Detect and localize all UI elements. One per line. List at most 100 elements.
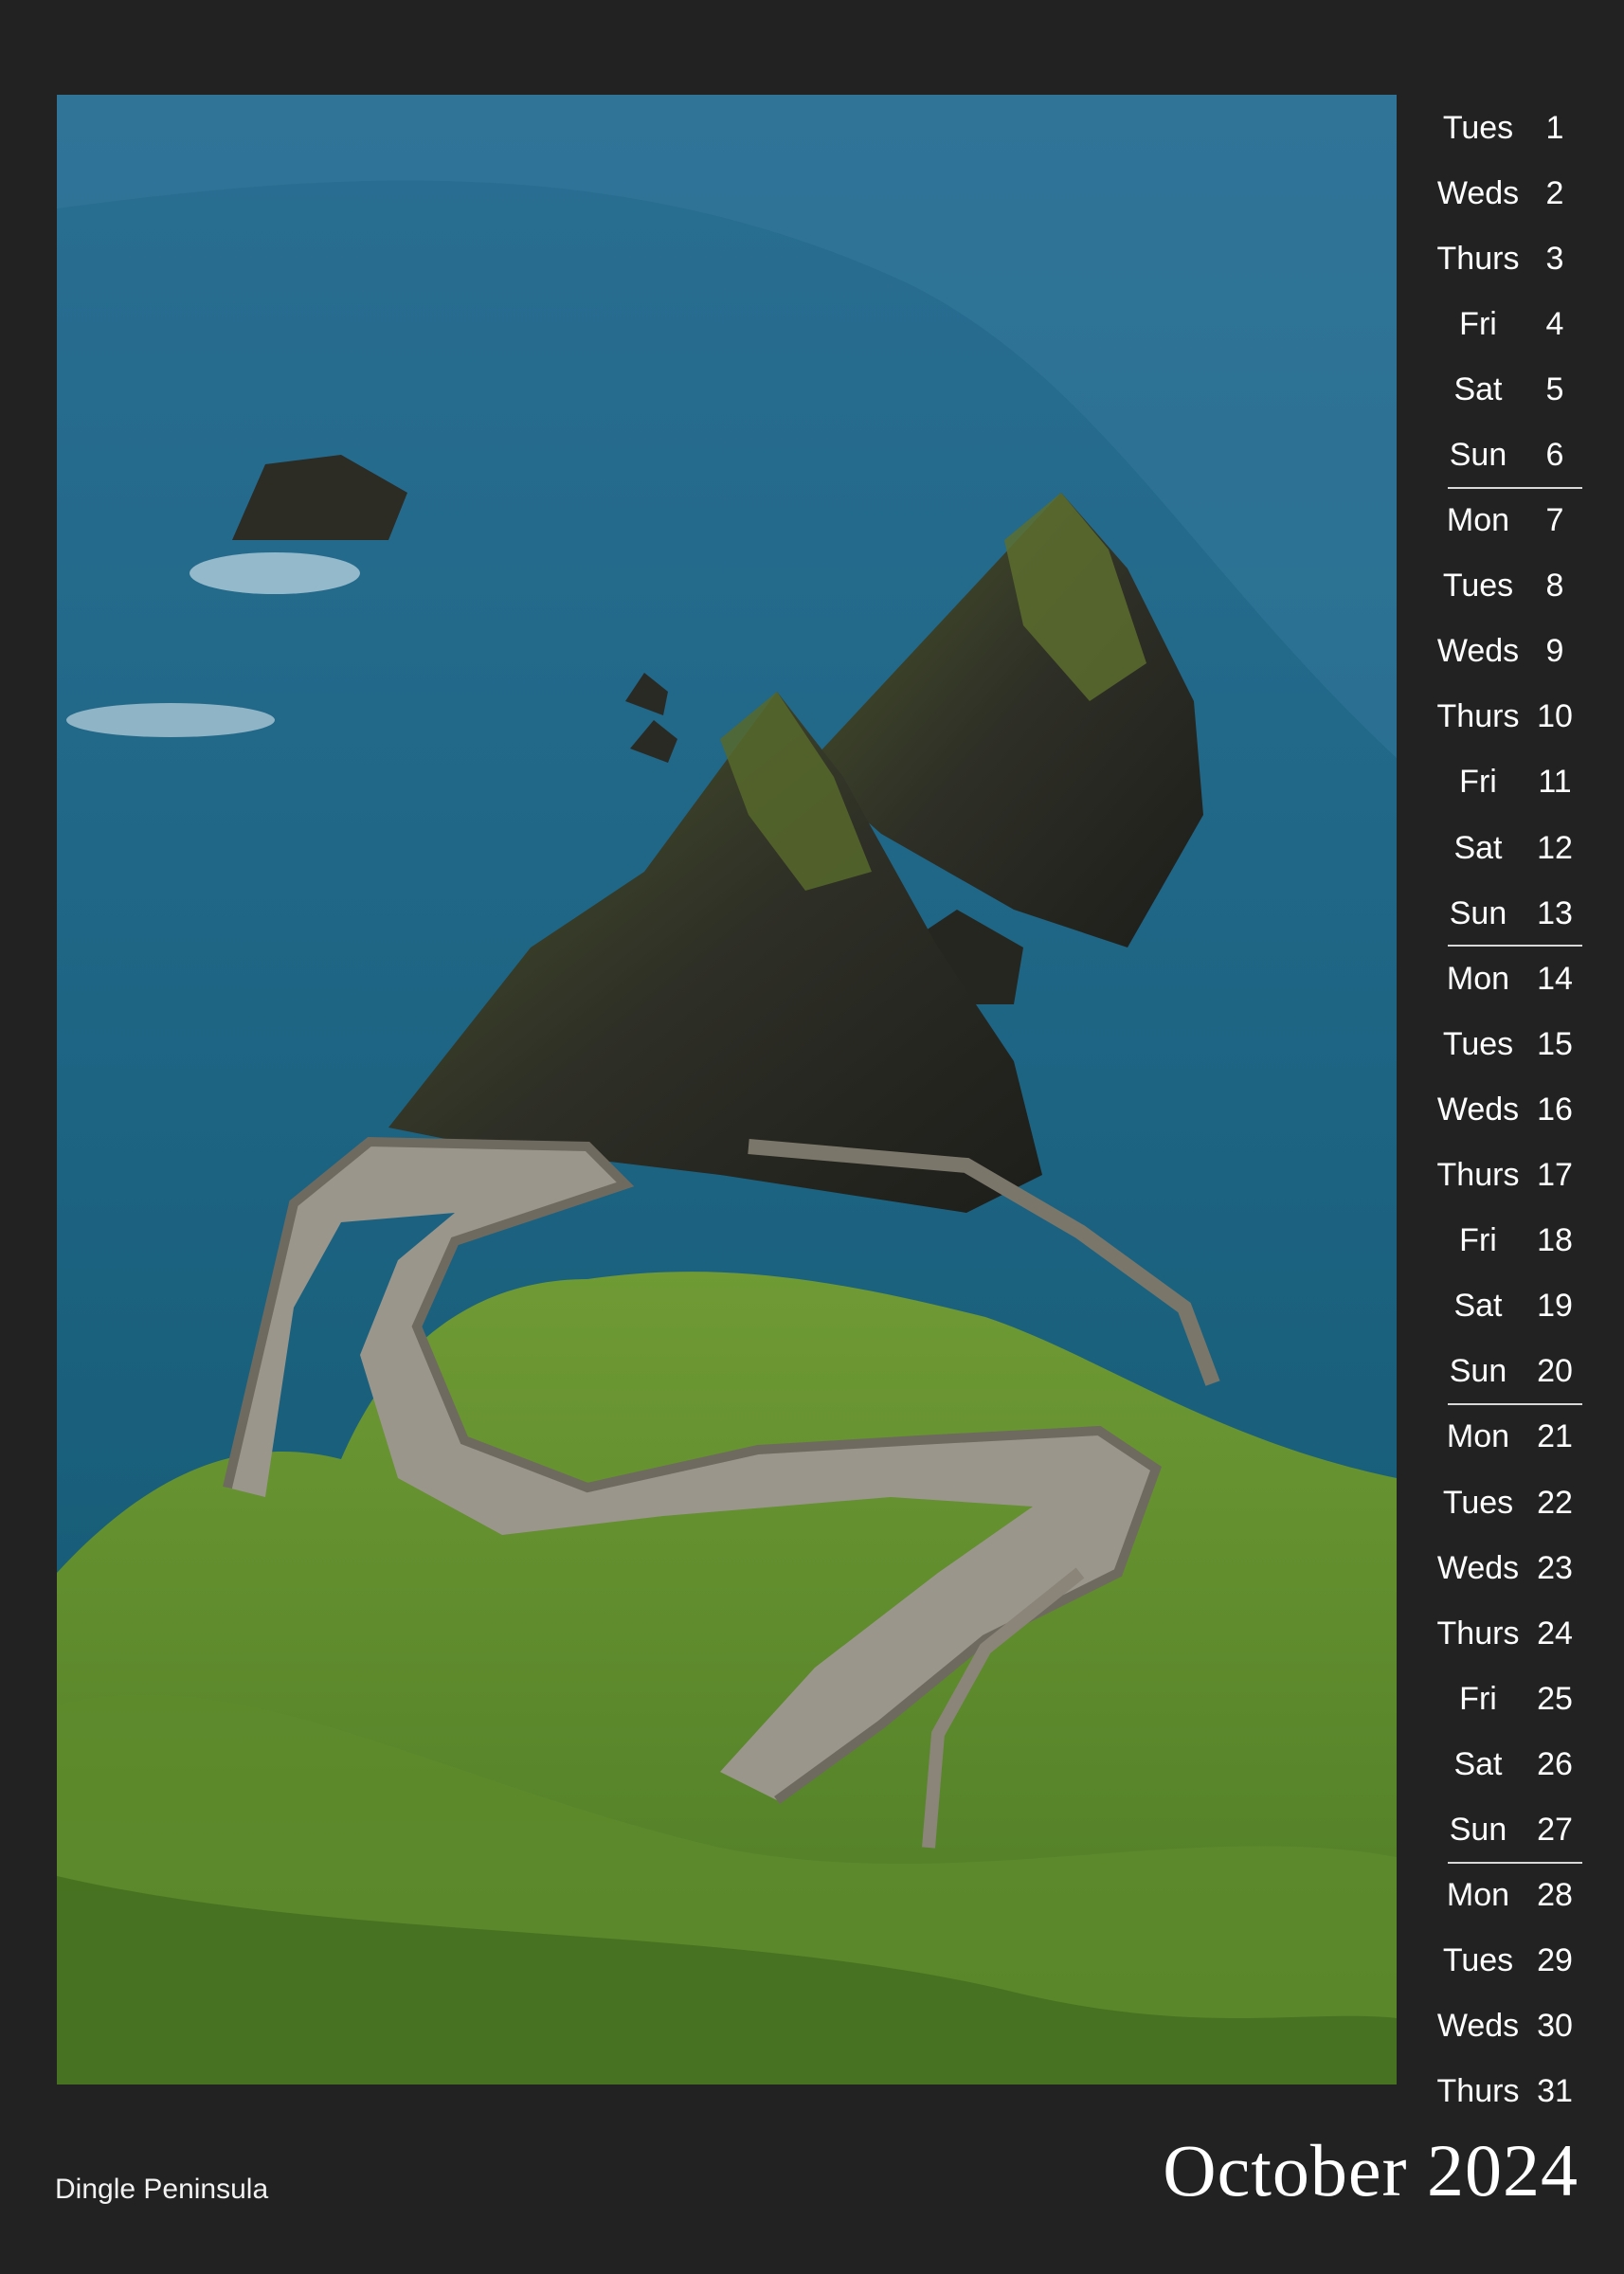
day-name: Tues: [1442, 109, 1514, 146]
day-row: Sat 19: [1421, 1273, 1582, 1339]
day-number: 4: [1545, 305, 1564, 342]
day-name: Sun: [1449, 437, 1507, 474]
day-row: Sun 20: [1421, 1339, 1582, 1404]
day-name: Tues: [1442, 568, 1514, 605]
day-name: Mon: [1446, 960, 1510, 997]
day-row: Sun 6: [1421, 422, 1582, 487]
day-row: Sat 5: [1421, 356, 1582, 422]
day-name: Sat: [1453, 1745, 1503, 1782]
day-name: Sun: [1449, 1811, 1507, 1848]
photo-caption: Dingle Peninsula: [55, 2174, 269, 2205]
day-name: Thurs: [1436, 240, 1520, 277]
day-name: Weds: [1436, 1549, 1520, 1586]
day-name: Sat: [1453, 829, 1503, 866]
day-name: Mon: [1446, 1418, 1510, 1455]
day-row: Weds 23: [1421, 1535, 1582, 1600]
day-row: Thurs 17: [1421, 1143, 1582, 1208]
day-name: Mon: [1446, 502, 1510, 539]
day-row: Sun 13: [1421, 880, 1582, 946]
day-name: Fri: [1459, 1222, 1497, 1259]
day-name: Tues: [1442, 1484, 1514, 1521]
day-row: Fri 4: [1421, 291, 1582, 356]
day-number: 26: [1537, 1745, 1573, 1782]
day-row: Weds 30: [1421, 1994, 1582, 2059]
day-number: 24: [1537, 1615, 1573, 1651]
day-number: 5: [1545, 370, 1564, 407]
day-name: Weds: [1436, 1091, 1520, 1128]
day-row: Sat 12: [1421, 815, 1582, 880]
day-number: 11: [1538, 764, 1572, 801]
day-number: 23: [1537, 1549, 1573, 1586]
day-number: 19: [1537, 1288, 1573, 1325]
day-number: 3: [1545, 240, 1564, 277]
day-number: 29: [1537, 1942, 1573, 1979]
day-name: Weds: [1436, 174, 1520, 211]
day-row: Sat 26: [1421, 1731, 1582, 1796]
day-number: 30: [1537, 2008, 1573, 2045]
day-number: 10: [1537, 698, 1573, 735]
day-row: Tues 22: [1421, 1470, 1582, 1535]
day-row: Mon 28: [1421, 1861, 1582, 1928]
day-number: 14: [1537, 960, 1573, 997]
day-row: Sun 27: [1421, 1796, 1582, 1862]
week-separator: [1448, 1402, 1582, 1405]
day-list: Tues 1 Weds 2 Thurs 3 Fri 4 Sat 5 Sun 6 Mon 7 Tues 8 Wed…: [1421, 95, 1582, 2107]
week-separator: [1448, 486, 1582, 489]
day-row: Fri 25: [1421, 1666, 1582, 1731]
week-separator: [1448, 1861, 1582, 1864]
day-row: Thurs 31: [1421, 2059, 1582, 2124]
day-number: 1: [1545, 109, 1564, 146]
day-number: 18: [1537, 1222, 1573, 1259]
day-name: Fri: [1459, 305, 1497, 342]
day-name: Tues: [1442, 1025, 1514, 1062]
day-number: 20: [1537, 1353, 1573, 1390]
month-title: October 2024: [1163, 2129, 1579, 2211]
day-row: Weds 9: [1421, 619, 1582, 684]
day-row: Weds 16: [1421, 1076, 1582, 1142]
day-row: Tues 29: [1421, 1928, 1582, 1994]
day-name: Thurs: [1436, 698, 1520, 735]
day-row: Fri 18: [1421, 1208, 1582, 1273]
coastal-photo: [57, 95, 1397, 2084]
day-number: 25: [1537, 1680, 1573, 1717]
day-name: Sun: [1449, 1353, 1507, 1390]
day-name: Sat: [1453, 370, 1503, 407]
day-number: 31: [1537, 2073, 1573, 2110]
day-row: Tues 8: [1421, 553, 1582, 619]
day-name: Thurs: [1436, 1157, 1520, 1194]
day-number: 6: [1545, 437, 1564, 474]
day-number: 12: [1537, 829, 1573, 866]
day-number: 9: [1545, 633, 1564, 670]
day-name: Sun: [1449, 894, 1507, 931]
day-number: 28: [1537, 1877, 1573, 1914]
day-number: 15: [1537, 1025, 1573, 1062]
day-number: 2: [1545, 174, 1564, 211]
day-name: Weds: [1436, 633, 1520, 670]
day-row: Tues 1: [1421, 95, 1582, 160]
day-row: Mon 14: [1421, 945, 1582, 1011]
coastal-photo-illustration: [57, 95, 1397, 2084]
day-name: Tues: [1442, 1942, 1514, 1979]
day-number: 17: [1537, 1157, 1573, 1194]
day-row: Thurs 24: [1421, 1600, 1582, 1666]
day-name: Sat: [1453, 1288, 1503, 1325]
day-row: Tues 15: [1421, 1011, 1582, 1076]
day-name: Thurs: [1436, 2073, 1520, 2110]
day-name: Fri: [1459, 1680, 1497, 1717]
day-number: 13: [1537, 894, 1573, 931]
day-number: 8: [1545, 568, 1564, 605]
day-number: 27: [1537, 1811, 1573, 1848]
day-row: Mon 21: [1421, 1402, 1582, 1470]
day-row: Fri 11: [1421, 749, 1582, 815]
day-number: 21: [1537, 1418, 1573, 1455]
day-name: Thurs: [1436, 1615, 1520, 1651]
day-number: 22: [1537, 1484, 1573, 1521]
day-name: Weds: [1436, 2008, 1520, 2045]
day-name: Mon: [1446, 1877, 1510, 1914]
day-row: Weds 2: [1421, 160, 1582, 226]
day-row: Mon 7: [1421, 486, 1582, 553]
day-number: 16: [1537, 1091, 1573, 1128]
day-row: Thurs 3: [1421, 226, 1582, 291]
week-separator: [1448, 945, 1582, 948]
day-name: Fri: [1459, 764, 1497, 801]
